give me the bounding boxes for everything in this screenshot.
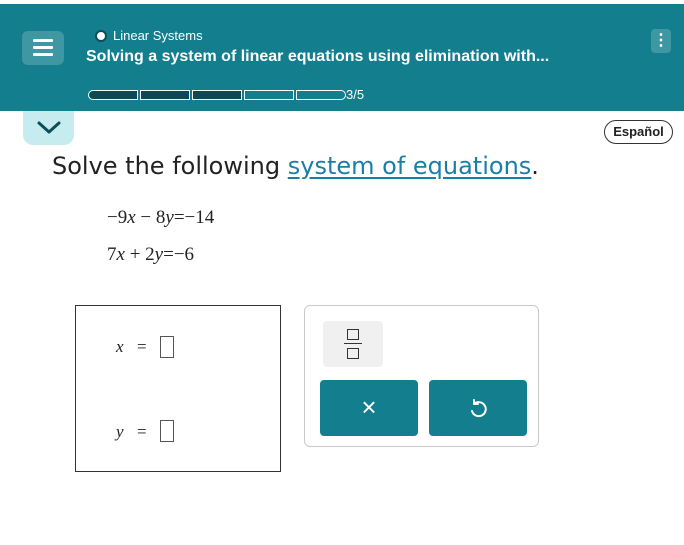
fraction-denominator (347, 348, 359, 359)
topic-title: Linear Systems (113, 28, 203, 43)
progress-segment (244, 90, 294, 100)
progress-text: 3/5 (346, 87, 365, 102)
y-equals-sign: = (137, 422, 147, 441)
menu-button[interactable] (22, 31, 64, 65)
progress-segment (192, 90, 242, 100)
prompt-period: . (531, 152, 539, 180)
menu-icon (33, 39, 53, 42)
fraction-icon (347, 329, 359, 340)
eq1-var-x: x (127, 207, 136, 228)
x-equals-sign: = (137, 337, 147, 356)
answer-box: x = y = (75, 305, 281, 472)
fraction-button[interactable] (323, 321, 383, 367)
menu-icon-bar (33, 46, 53, 49)
x-answer-label: x (116, 337, 124, 356)
undo-icon (471, 399, 487, 418)
eq2-equals: = (163, 244, 174, 265)
y-answer-label: y (116, 422, 124, 441)
question-prompt: Solve the following system of equations. (52, 152, 539, 180)
clear-button[interactable]: × (320, 380, 418, 436)
eq2-var-x: x (116, 244, 125, 265)
eq1-var-y: y (165, 207, 174, 228)
language-toggle-button[interactable]: Español (604, 120, 673, 144)
close-icon: × (361, 392, 377, 422)
eq2-rhs: −6 (173, 244, 195, 265)
progress-segment (140, 90, 190, 100)
fraction-bar (344, 343, 362, 344)
collapse-header-button[interactable] (23, 111, 74, 145)
more-vertical-icon[interactable]: ⋮ (651, 29, 671, 53)
progress-bar (88, 90, 348, 100)
system-of-equations-link[interactable]: system of equations (288, 152, 532, 180)
eq1-equals: = (173, 207, 185, 228)
eq2-operator: + (129, 244, 141, 265)
lesson-header: Linear Systems Solving a system of linea… (0, 4, 684, 111)
menu-icon-bar (33, 53, 53, 56)
progress-segment (296, 90, 346, 100)
equation-2: 7x + 2y=−6 (107, 244, 194, 266)
eq2-coef-y: 2 (145, 244, 155, 265)
eq1-rhs: −14 (184, 207, 215, 228)
eq1-operator: − (140, 207, 152, 228)
app-window: Linear Systems Solving a system of linea… (0, 0, 684, 545)
eq2-coef-x: 7 (107, 244, 117, 265)
y-answer-input[interactable] (160, 420, 174, 442)
lesson-title: Solving a system of linear equations usi… (86, 48, 550, 65)
topic-status-icon (95, 30, 107, 42)
prompt-text: Solve the following (52, 152, 288, 180)
eq1-coef-y: 8 (155, 207, 166, 228)
x-answer-input[interactable] (160, 336, 174, 358)
progress-segment (88, 90, 138, 100)
chevron-down-icon (37, 121, 61, 134)
equation-1: −9x − 8y=−14 (107, 207, 214, 229)
eq2-var-y: y (154, 244, 164, 265)
undo-button[interactable] (429, 380, 527, 436)
math-keypad: × (304, 305, 539, 447)
eq1-coef-x: −9 (107, 207, 128, 228)
